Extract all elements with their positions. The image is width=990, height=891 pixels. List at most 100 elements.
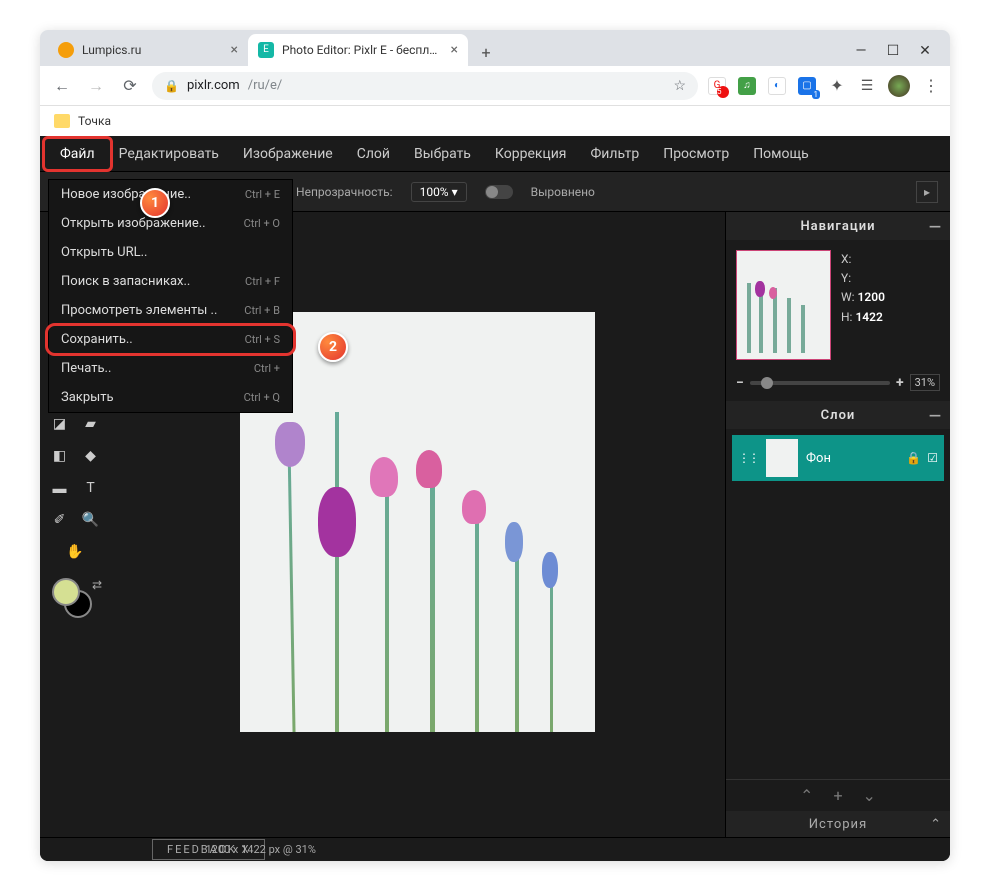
menu-item-open[interactable]: Открыть изображение..Ctrl + O: [49, 209, 292, 238]
menu-select[interactable]: Выбрать: [402, 140, 483, 168]
foreground-swatch[interactable]: [52, 578, 80, 606]
hand-tool-icon[interactable]: ✋: [46, 538, 104, 566]
menu-filter[interactable]: Фильтр: [579, 140, 652, 168]
aligned-label: Выровнено: [531, 185, 595, 199]
extension-icons: G5 ♫ ◐ ▢1 ✦ ☰ ⋮: [708, 75, 940, 97]
maximize-icon[interactable]: ☐: [886, 44, 900, 58]
menu-item-save[interactable]: Сохранить..Ctrl + S: [49, 325, 292, 354]
menu-file[interactable]: Файл: [48, 140, 107, 168]
profile-avatar[interactable]: [888, 75, 910, 97]
menu-edit[interactable]: Редактировать: [107, 140, 231, 168]
zoom-value[interactable]: 31%: [910, 374, 940, 391]
layers-panel-header: Слои —: [726, 401, 950, 429]
color-swatches[interactable]: ⇄: [46, 578, 104, 628]
annotation-highlight: [45, 323, 296, 356]
fill-tool-icon[interactable]: ▰: [77, 410, 104, 438]
tab-favicon: [58, 42, 74, 58]
eraser-tool-icon[interactable]: ◪: [46, 410, 73, 438]
collapse-icon[interactable]: —: [929, 406, 942, 425]
menu-help[interactable]: Помощь: [741, 140, 821, 168]
layer-up-icon[interactable]: ⌃: [800, 786, 813, 805]
opacity-label: Непрозрачность:: [296, 185, 393, 199]
menu-item-search-stock[interactable]: Поиск в запасниках..Ctrl + F: [49, 267, 292, 296]
extensions-icon[interactable]: ✦: [828, 77, 846, 95]
menu-image[interactable]: Изображение: [231, 140, 345, 168]
aligned-toggle[interactable]: [485, 185, 513, 199]
file-menu-dropdown: Новое изображение..Ctrl + E Открыть изоб…: [48, 179, 293, 413]
canvas[interactable]: [240, 312, 595, 732]
menu-item-close[interactable]: ЗакрытьCtrl + Q: [49, 383, 292, 412]
close-icon[interactable]: ×: [451, 42, 458, 58]
layers-footer: ⌃ + ⌄: [726, 779, 950, 811]
reading-list-icon[interactable]: ☰: [858, 77, 876, 95]
annotation-callout-1: 1: [140, 188, 170, 218]
menu-icon[interactable]: ⋮: [922, 77, 940, 95]
url-domain: pixlr.com: [187, 78, 240, 93]
swap-colors-icon[interactable]: ⇄: [92, 578, 102, 592]
menu-view[interactable]: Просмотр: [651, 140, 741, 168]
gradient-tool-icon[interactable]: ◧: [46, 442, 73, 470]
nav-thumbnail[interactable]: [736, 250, 831, 360]
new-tab-button[interactable]: +: [472, 38, 500, 66]
zoom-in-button[interactable]: +: [896, 375, 904, 391]
browser-toolbar: ← → ⟳ 🔒 pixlr.com/ru/e/ ☆ G5 ♫ ◐ ▢1 ✦ ☰ …: [40, 66, 950, 106]
status-bar: FEEDBACK X 1200 x 1422 px @ 31%: [40, 837, 950, 861]
url-path: /ru/e/: [248, 78, 283, 93]
drag-handle-icon[interactable]: ⋮⋮: [738, 451, 758, 465]
opacity-value[interactable]: 100% ▾: [411, 182, 467, 202]
side-panel: Навигации — X: Y:: [725, 212, 950, 837]
layer-name: Фон: [806, 451, 831, 466]
menu-item-print[interactable]: Печать..Ctrl +: [49, 354, 292, 383]
app-menubar: Файл Редактировать Изображение Слой Выбр…: [40, 136, 950, 172]
shape-tool-icon[interactable]: ◆: [77, 442, 104, 470]
browser-tab-1[interactable]: Lumpics.ru ×: [48, 34, 248, 66]
close-window-icon[interactable]: ✕: [918, 44, 932, 58]
address-bar[interactable]: 🔒 pixlr.com/ru/e/ ☆: [152, 72, 698, 100]
expand-icon[interactable]: ⌃: [930, 817, 942, 832]
bookmark-star-icon[interactable]: ☆: [673, 78, 686, 94]
browser-titlebar: Lumpics.ru × E Photo Editor: Pixlr E - б…: [40, 30, 950, 66]
reload-button[interactable]: ⟳: [118, 76, 142, 95]
expand-panel-icon[interactable]: ▸: [916, 181, 938, 203]
ext-icon[interactable]: ◐: [768, 77, 786, 95]
add-layer-icon[interactable]: +: [833, 786, 842, 805]
tab-title: Lumpics.ru: [82, 43, 141, 57]
layer-down-icon[interactable]: ⌄: [863, 786, 876, 805]
annotation-callout-2: 2: [318, 332, 348, 362]
menu-adjust[interactable]: Коррекция: [483, 140, 579, 168]
collapse-icon[interactable]: —: [929, 217, 942, 236]
forward-button[interactable]: →: [84, 76, 108, 96]
lock-icon: 🔒: [164, 79, 179, 93]
layer-row[interactable]: ⋮⋮ Фон 🔒 ☑: [732, 435, 944, 481]
bucket-tool-icon[interactable]: ▬: [46, 474, 73, 502]
menu-item-new[interactable]: Новое изображение..Ctrl + E: [49, 180, 292, 209]
nav-panel-header: Навигации —: [726, 212, 950, 240]
lock-icon[interactable]: 🔒: [906, 451, 921, 465]
menu-layer[interactable]: Слой: [345, 140, 402, 168]
bookmark-item[interactable]: Точка: [78, 114, 111, 128]
ext-icon[interactable]: ▢1: [798, 77, 816, 95]
layer-thumbnail: [766, 439, 798, 477]
menu-item-open-url[interactable]: Открыть URL..: [49, 238, 292, 267]
menu-item-browse[interactable]: Просмотреть элементы ..Ctrl + B: [49, 296, 292, 325]
ext-icon[interactable]: ♫: [738, 77, 756, 95]
visibility-icon[interactable]: ☑: [927, 451, 938, 465]
back-button[interactable]: ←: [50, 76, 74, 96]
nav-info: X: Y: W: 1200 H: 1422: [841, 250, 885, 360]
minimize-icon[interactable]: —: [854, 44, 868, 58]
annotation-highlight: [42, 136, 113, 172]
zoom-slider[interactable]: [750, 381, 890, 385]
browser-tab-2[interactable]: E Photo Editor: Pixlr E - бесплатны ×: [248, 34, 468, 66]
tab-title: Photo Editor: Pixlr E - бесплатны: [282, 43, 443, 57]
status-info: 1200 x 1422 px @ 31%: [205, 843, 315, 856]
eyedropper-tool-icon[interactable]: ✐: [46, 506, 73, 534]
zoom-out-button[interactable]: −: [736, 375, 744, 391]
bookmarks-bar: Точка: [40, 106, 950, 136]
folder-icon: [54, 114, 70, 128]
zoom-tool-icon[interactable]: 🔍: [77, 506, 104, 534]
text-tool-icon[interactable]: T: [77, 474, 104, 502]
tab-favicon: E: [258, 42, 274, 58]
close-icon[interactable]: ×: [231, 42, 238, 58]
ext-icon[interactable]: G5: [708, 77, 726, 95]
history-panel-header[interactable]: История ⌃: [726, 811, 950, 837]
